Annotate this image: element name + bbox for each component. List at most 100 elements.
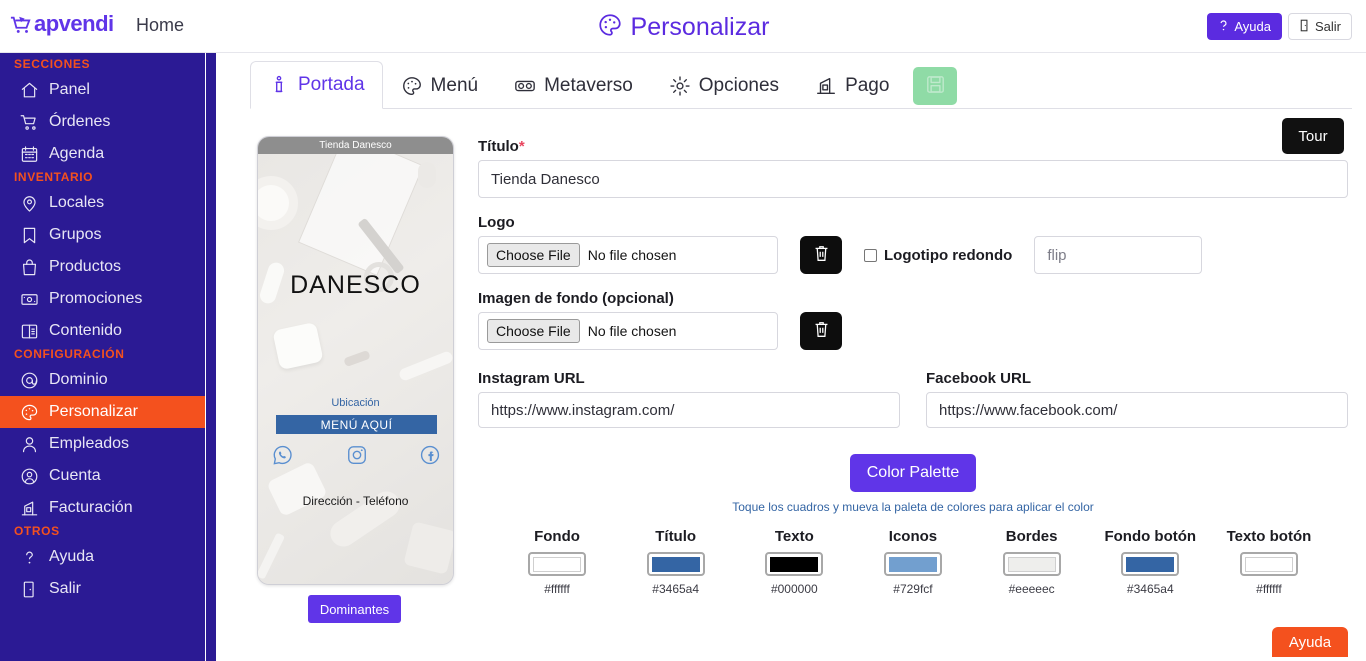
tab-opciones[interactable]: Opciones [651,61,797,109]
fondo-row: Choose File No file chosen [478,312,1348,350]
question-icon [1218,19,1229,35]
desk-prop [403,521,453,575]
tab-pago[interactable]: Pago [797,61,907,109]
color-swatch-row: Fondo #ffffff Título #3465a4 Texto #000000 Ico… [478,528,1348,596]
color-palette-section: Color Palette Toque los cuadros y mueva … [478,454,1348,596]
swatch-color-fill [651,556,700,572]
floppy-disk-icon [925,74,946,98]
preview-header-title: Tienda Danesco [258,137,453,154]
sidebar-item-agenda[interactable]: Agenda [0,138,205,170]
desk-prop [266,460,328,518]
swatch-color-fill [1007,556,1056,572]
logo-delete-button[interactable] [800,236,842,274]
instagram-label: Instagram URL [478,370,585,387]
sidebar-group-label: INVENTARIO [14,170,94,184]
desk-prop [418,162,436,188]
preview-location-link[interactable]: Ubicación [258,397,453,409]
sidebar-item-personalizar[interactable]: Personalizar [0,396,205,428]
swatch-box[interactable] [1239,552,1298,576]
swatch-column: Título #3465a4 [617,528,735,596]
swatch-column: Bordes #eeeeec [973,528,1091,596]
desk-prop [258,176,298,230]
tab-portada[interactable]: Portada [250,61,383,109]
swatch-box[interactable] [883,552,942,576]
sidebar-item-ayuda[interactable]: Ayuda [0,541,205,573]
whatsapp-icon[interactable] [272,444,294,466]
swatch-column: Fondo #ffffff [498,528,616,596]
sidebar-item-label: Salir [49,580,82,597]
sidebar-item-productos[interactable]: Productos [0,251,205,283]
preview-body: DANESCO Ubicación MENÚ AQUÍ Dirección - … [258,154,453,584]
logout-button-label: Salir [1314,19,1341,34]
logout-button[interactable]: Salir [1287,13,1352,40]
swatch-box[interactable] [646,552,705,576]
preview-menu-button[interactable]: MENÚ AQUÍ [276,415,437,434]
swatch-box[interactable] [528,552,586,576]
sidebar-item-facturacin[interactable]: Facturación [0,492,205,524]
sidebar-item-locales[interactable]: Locales [0,187,205,219]
fondo-file-input[interactable]: Choose File No file chosen [478,312,778,350]
flip-input[interactable] [1034,236,1203,274]
phone-preview: Tienda Danesco DANESCO Ubicación MENÚ AQ… [257,136,454,585]
tab-metaverso[interactable]: Metaverso [496,61,651,109]
logo-file-status: No file chosen [587,247,677,263]
swatch-color-fill [770,556,819,572]
dominantes-button[interactable]: Dominantes [308,595,401,623]
sidebar-item-label: Órdenes [49,113,111,130]
facebook-icon[interactable] [419,444,441,466]
sidebar-item-cuenta[interactable]: Cuenta [0,460,205,492]
tab-label: Portada [298,74,365,95]
sidebar-item-salir[interactable]: Salir [0,573,205,605]
page-title: Personalizar [630,13,770,41]
save-button[interactable] [913,67,958,105]
sidebar-item-label: Panel [49,81,90,98]
bottom-cutoff-row [478,657,1348,661]
cart-icon [20,113,39,132]
money-icon [20,290,39,309]
logo-file-input[interactable]: Choose File No file chosen [478,236,778,274]
logo-row: Choose File No file chosen Logotipo redo… [478,236,1348,274]
tab-label: Metaverso [544,74,633,96]
swatch-color-fill [888,556,937,572]
main-panel: Portada Menú Metaverso Opciones Pago Tour Ti… [236,53,1366,661]
swatch-hex: #ffffff [544,582,570,596]
sidebar-item-panel[interactable]: Panel [0,74,205,106]
sidebar-item-grupos[interactable]: Grupos [0,219,205,251]
sidebar-item-dominio[interactable]: Dominio [0,364,205,396]
instagram-input[interactable] [478,392,900,428]
tab-men[interactable]: Menú [383,61,497,109]
sidebar-item-empleados[interactable]: Empleados [0,428,205,460]
sidebar-item-label: Empleados [49,435,130,452]
palette-icon [401,75,423,97]
palette-icon [597,12,623,43]
color-palette-button[interactable]: Color Palette [850,454,976,492]
portada-form: Título* Logo Choose File No file chosen [478,138,1348,596]
swatch-box[interactable] [1121,552,1180,576]
desk-prop [258,532,286,580]
desk-prop [272,321,324,371]
swatch-label: Texto botón [1226,528,1312,545]
help-button[interactable]: Ayuda [1207,13,1282,40]
swatch-box[interactable] [765,552,824,576]
logo-choose-file-button[interactable]: Choose File [487,243,580,267]
exit-icon [1299,19,1310,35]
trash-icon [813,320,830,342]
titulo-input[interactable] [478,160,1348,198]
sidebar-item-promociones[interactable]: Promociones [0,283,205,315]
sidebar-item-rdenes[interactable]: Órdenes [0,106,205,138]
instagram-icon[interactable] [346,444,368,466]
swatch-box[interactable] [1002,552,1061,576]
swatch-hex: #3465a4 [1126,582,1174,596]
logo-redondo-checkbox[interactable] [864,248,877,262]
facebook-input[interactable] [926,392,1348,428]
sidebar-item-label: Facturación [49,499,133,516]
fondo-choose-file-button[interactable]: Choose File [487,319,580,343]
swatch-hex: #eeeeec [1008,582,1055,596]
swatch-label: Fondo botón [1104,528,1197,545]
sidebar-item-label: Promociones [49,290,143,307]
sidebar-item-contenido[interactable]: Contenido [0,315,205,347]
titulo-label: Título* [478,138,1348,155]
logo-redondo-checkbox-group[interactable]: Logotipo redondo [864,247,1012,264]
fondo-delete-button[interactable] [800,312,842,350]
floating-help-button[interactable]: Ayuda [1272,627,1348,657]
